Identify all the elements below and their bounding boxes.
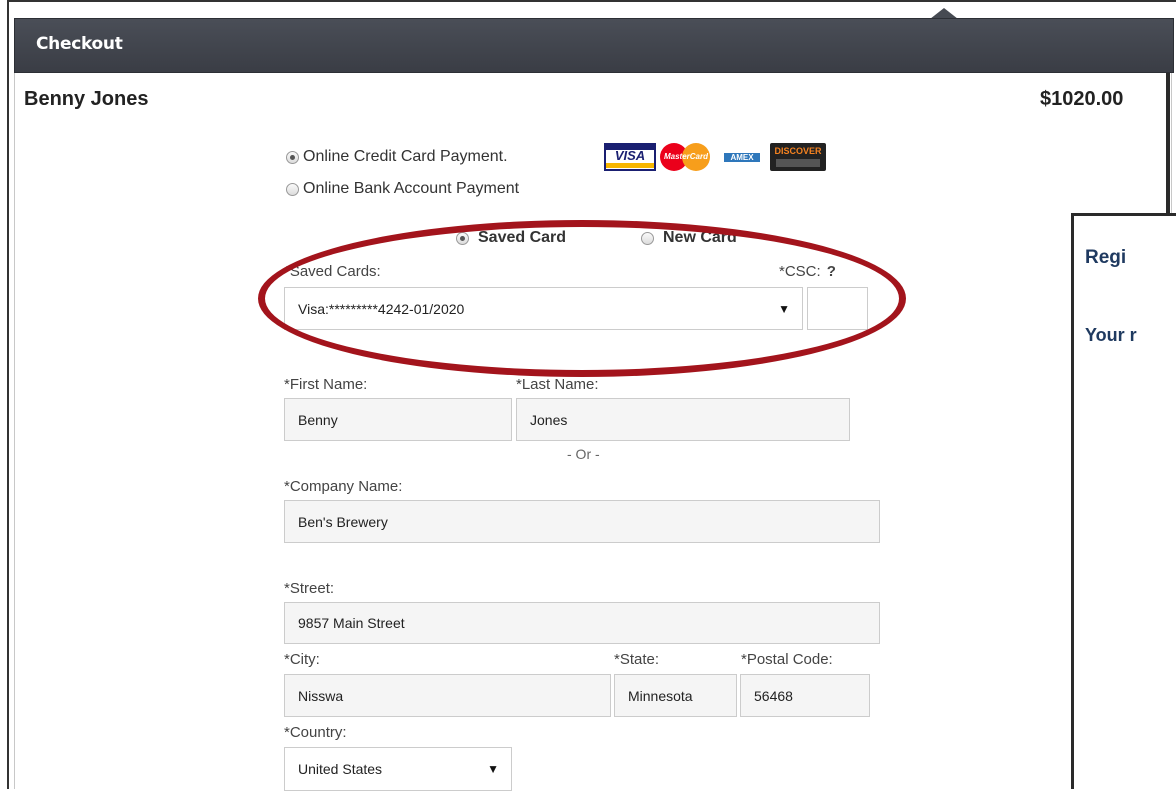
or-separator: - Or -	[567, 446, 600, 462]
state-label: *State:	[614, 651, 660, 668]
state-field[interactable]: Minnesota	[614, 674, 737, 717]
order-total: $1020.00	[1040, 88, 1124, 110]
city-label: *City:	[284, 651, 320, 668]
payment-option-bank-account[interactable]: Online Bank Account Payment	[286, 180, 519, 198]
page-title: Checkout	[36, 34, 123, 54]
first-name-value: Benny	[298, 411, 338, 428]
discover-logo-icon: DISCOVER	[770, 143, 826, 171]
registration-side-panel	[1071, 213, 1176, 789]
visa-logo-icon: VISA	[604, 143, 656, 171]
postal-code-value: 56468	[754, 687, 793, 704]
first-name-label: *First Name:	[284, 376, 368, 393]
radio-unchecked-icon[interactable]	[286, 182, 299, 196]
first-name-field[interactable]: Benny	[284, 398, 512, 441]
last-name-label: *Last Name:	[516, 376, 599, 393]
payment-option-label: Online Credit Card Payment.	[303, 148, 508, 165]
payment-option-credit-card[interactable]: Online Credit Card Payment.	[286, 148, 508, 166]
country-value: United States	[298, 761, 383, 777]
state-value: Minnesota	[628, 687, 693, 704]
postal-code-field[interactable]: 56468	[740, 674, 870, 717]
postal-code-label: *Postal Code:	[741, 651, 833, 668]
amex-logo-icon: AMEX	[718, 143, 766, 171]
radio-checked-icon[interactable]	[286, 150, 299, 164]
city-value: Nisswa	[298, 687, 344, 704]
country-label: *Country:	[284, 724, 347, 741]
outer-border	[7, 0, 1176, 2]
last-name-value: Jones	[530, 411, 568, 428]
street-value: 9857 Main Street	[298, 615, 405, 631]
country-select[interactable]: United States ▼	[284, 747, 512, 791]
checkout-header: Checkout	[14, 18, 1174, 73]
outer-border-left	[7, 0, 9, 789]
checkout-window: Checkout Benny Jones $1020.00 Online Cre…	[0, 0, 1176, 791]
city-field[interactable]: Nisswa	[284, 674, 611, 717]
customer-name: Benny Jones	[24, 88, 149, 110]
street-label: *Street:	[284, 580, 335, 597]
highlight-ellipse	[258, 220, 906, 377]
side-panel-subtitle: Your r	[1085, 325, 1137, 345]
side-panel-title: Regi	[1085, 247, 1127, 268]
payment-option-label: Online Bank Account Payment	[303, 180, 520, 197]
chevron-down-icon: ▼	[487, 762, 499, 776]
company-name-label: *Company Name:	[284, 478, 403, 495]
street-field[interactable]: 9857 Main Street	[284, 602, 880, 644]
mastercard-logo-icon: MasterCard	[658, 143, 714, 171]
company-name-field[interactable]: Ben's Brewery	[284, 500, 880, 543]
last-name-field[interactable]: Jones	[516, 398, 850, 441]
company-name-value: Ben's Brewery	[298, 513, 388, 530]
